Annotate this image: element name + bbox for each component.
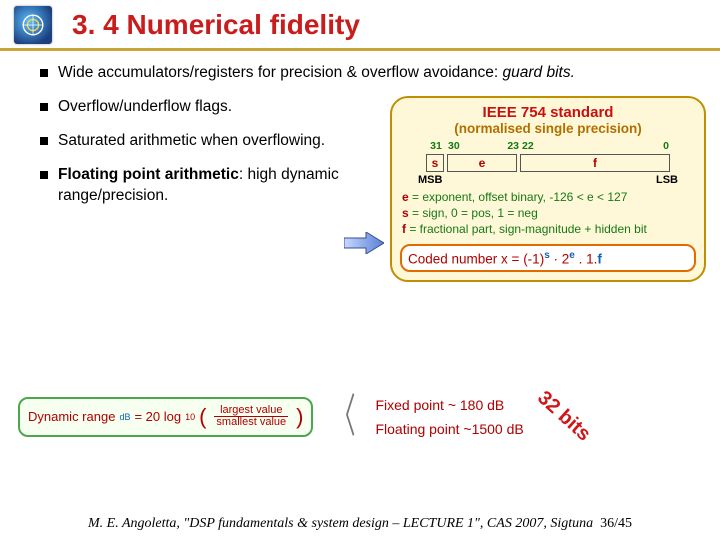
bitnum-0: 0 bbox=[549, 140, 669, 152]
bullet-4-label: Floating point arithmetic bbox=[58, 166, 239, 183]
bits-32-label: 32 bits bbox=[532, 387, 594, 446]
dr-fraction: largest value smallest value bbox=[210, 403, 292, 431]
msb-lsb-row: MSB LSB bbox=[400, 174, 696, 189]
footer-citation: M. E. Angoletta, "DSP fundamentals & sys… bbox=[88, 516, 593, 531]
range-values: Fixed point ~ 180 dB Floating point ~150… bbox=[375, 397, 523, 437]
bullet-3: Saturated arithmetic when overflowing. bbox=[40, 131, 370, 151]
ieee-subtitle: (normalised single precision) bbox=[400, 121, 696, 136]
bullet-1-guard: guard bits. bbox=[503, 64, 575, 81]
dr-ten: 10 bbox=[185, 412, 195, 422]
arrow-icon bbox=[344, 232, 384, 254]
bullet-2: Overflow/underflow flags. bbox=[40, 97, 370, 117]
rparen-icon: ) bbox=[296, 407, 303, 427]
legend-f: f = fractional part, sign-magnitude + hi… bbox=[402, 221, 694, 237]
dr-db: dB bbox=[119, 412, 130, 422]
legend-s: s = sign, 0 = pos, 1 = neg bbox=[402, 205, 694, 221]
coded-formula: Coded number x = (-1)s · 2e . 1.f bbox=[400, 244, 696, 273]
lsb-label: LSB bbox=[656, 174, 678, 186]
lparen-icon: ( bbox=[199, 407, 206, 427]
ieee-title: IEEE 754 standard bbox=[400, 104, 696, 121]
dr-den: smallest value bbox=[214, 417, 288, 429]
bit-numbers-row: 31 30 23 22 0 bbox=[400, 140, 696, 152]
bitnum-30: 30 bbox=[448, 140, 470, 152]
ieee-panel: IEEE 754 standard (normalised single pre… bbox=[390, 96, 706, 282]
slide-title: 3. 4 Numerical fidelity bbox=[72, 9, 360, 41]
fixed-point-value: Fixed point ~ 180 dB bbox=[375, 397, 523, 413]
page-number: 36/45 bbox=[600, 516, 632, 531]
bullet-1-text: Wide accumulators/registers for precisio… bbox=[58, 64, 503, 81]
bitnum-22: 22 bbox=[522, 140, 546, 152]
title-bar: 3. 4 Numerical fidelity bbox=[0, 0, 720, 51]
dynamic-range-formula: Dynamic range dB = 20 log 10 ( largest val… bbox=[18, 397, 313, 437]
bitnum-23: 23 bbox=[473, 140, 519, 152]
bitfield-s: s bbox=[426, 154, 444, 172]
dr-label: Dynamic range bbox=[28, 409, 115, 424]
floating-point-value: Floating point ~1500 dB bbox=[375, 421, 523, 437]
bullet-4: Floating point arithmetic: high dynamic … bbox=[40, 165, 370, 205]
legend-e: e = exponent, offset binary, -126 < e < … bbox=[402, 189, 694, 205]
msb-label: MSB bbox=[418, 174, 442, 186]
dr-num: largest value bbox=[218, 405, 284, 417]
footer: M. E. Angoletta, "DSP fundamentals & sys… bbox=[0, 516, 720, 532]
bitfield-e: e bbox=[447, 154, 517, 172]
bitnum-31: 31 bbox=[427, 140, 445, 152]
brace-icon: 〈 bbox=[333, 396, 356, 437]
bullet-1: Wide accumulators/registers for precisio… bbox=[40, 63, 690, 83]
dynamic-range-row: Dynamic range dB = 20 log 10 ( largest val… bbox=[18, 396, 702, 437]
ieee-legend: e = exponent, offset binary, -126 < e < … bbox=[400, 189, 696, 238]
bitfield-f: f bbox=[520, 154, 670, 172]
dr-eq: = 20 log bbox=[134, 409, 181, 424]
org-logo-icon bbox=[14, 6, 52, 44]
bit-fields-row: s e f bbox=[400, 154, 696, 172]
